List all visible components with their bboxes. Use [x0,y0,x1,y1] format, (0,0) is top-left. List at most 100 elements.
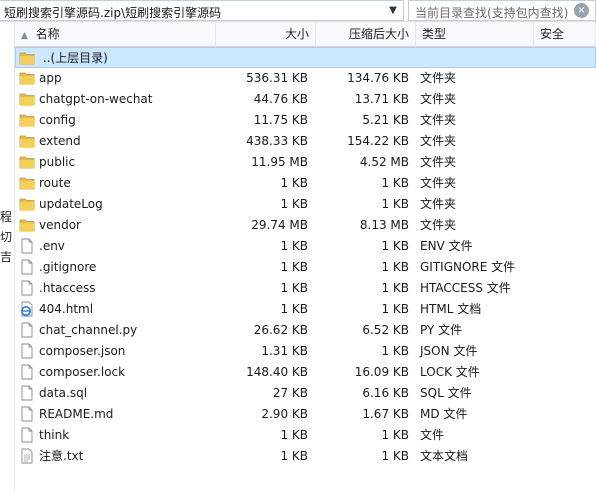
strip-char: 吉 [0,250,13,264]
file-icon [19,280,35,296]
file-type: 文件夹 [420,71,457,85]
column-compressed-header[interactable]: 压缩后大小 [316,22,416,47]
list-item[interactable]: README.md 2.90 KB 1.67 KB MD 文件 [15,404,596,425]
column-name-header[interactable]: ▲ 名称 [15,22,216,47]
folder-icon [19,175,35,191]
sort-up-icon: ▲ [21,31,28,41]
folder-icon [19,217,35,233]
file-compressed-size: 13.71 KB [354,92,409,106]
list-item[interactable]: .env 1 KB 1 KB ENV 文件 [15,236,596,257]
file-size: 11.95 MB [251,155,308,169]
file-compressed-size: 16.09 KB [354,365,409,379]
file-icon [19,385,35,401]
file-name: README.md [39,407,114,421]
file-compressed-size: 154.22 KB [347,134,409,148]
file-size: 1 KB [280,449,308,463]
file-compressed-size: 1 KB [381,197,409,211]
file-compressed-size: 1 KB [381,344,409,358]
file-name: .gitignore [39,260,97,274]
list-item[interactable]: composer.lock 148.40 KB 16.09 KB LOCK 文件 [15,362,596,383]
list-item[interactable]: vendor 29.74 MB 8.13 MB 文件夹 [15,215,596,236]
parent-directory-row[interactable]: ..(上层目录) [15,47,596,68]
clear-icon[interactable]: × [574,3,589,18]
list-item[interactable]: chatgpt-on-wechat 44.76 KB 13.71 KB 文件夹 [15,89,596,110]
file-type: PY 文件 [420,323,463,337]
file-size: 1 KB [280,428,308,442]
file-compressed-size: 5.21 KB [362,113,409,127]
address-bar: 短刷搜索引擎源码.zip\短刷搜索引擎源码 ▼ 当前目录查找(支持包内查找) × [0,0,596,22]
background-window-strip: 程 切 吉 [0,22,15,492]
html-file-icon [19,301,35,317]
text-file-icon [19,448,35,464]
file-name: route [39,176,71,190]
file-name: .env [39,239,65,253]
file-type: SQL 文件 [420,386,472,400]
file-type: HTACCESS 文件 [420,281,511,295]
strip-char: 切 [0,230,13,244]
file-size: 2.90 KB [261,407,308,421]
list-item[interactable]: data.sql 27 KB 6.16 KB SQL 文件 [15,383,596,404]
list-item[interactable]: app 536.31 KB 134.76 KB 文件夹 [15,68,596,89]
file-size: 1 KB [280,176,308,190]
file-name: config [39,113,76,127]
file-type: MD 文件 [420,407,468,421]
file-compressed-size: 1 KB [381,428,409,442]
file-type: JSON 文件 [420,344,478,358]
file-type: 文件夹 [420,155,457,169]
file-compressed-size: 1 KB [381,176,409,190]
file-name: data.sql [39,386,88,400]
file-type: 文件 [420,428,445,442]
folder-icon [19,154,35,170]
path-field[interactable]: 短刷搜索引擎源码.zip\短刷搜索引擎源码 [0,0,404,21]
file-type: 文件夹 [420,197,457,211]
file-size: 26.62 KB [253,323,308,337]
file-icon [19,238,35,254]
file-icon [19,343,35,359]
column-header: ▲ 名称 大小 压缩后大小 类型 安全 [15,22,596,47]
path-dropdown-icon[interactable]: ▼ [382,0,404,21]
file-icon [19,427,35,443]
file-type: 文件夹 [420,92,457,106]
search-placeholder: 当前目录查找(支持包内查找) [415,6,569,20]
file-icon [19,259,35,275]
list-item[interactable]: think 1 KB 1 KB 文件 [15,425,596,446]
file-size: 1.31 KB [261,344,308,358]
file-list: ..(上层目录) app 536.31 KB 134.76 KB 文件夹 chatgpt… [15,47,596,467]
list-item[interactable]: updateLog 1 KB 1 KB 文件夹 [15,194,596,215]
search-input[interactable]: 当前目录查找(支持包内查找) × [408,0,596,21]
file-compressed-size: 1 KB [381,239,409,253]
file-name: extend [39,134,81,148]
file-type: HTML 文档 [420,302,482,316]
list-item[interactable]: extend 438.33 KB 154.22 KB 文件夹 [15,131,596,152]
strip-char: 程 [0,210,13,224]
folder-icon [19,133,35,149]
file-name: think [39,428,70,442]
folder-icon [19,196,35,212]
file-type: 文件夹 [420,218,457,232]
file-compressed-size: 1 KB [381,281,409,295]
file-size: 29.74 MB [251,218,308,232]
list-item[interactable]: chat_channel.py 26.62 KB 6.52 KB PY 文件 [15,320,596,341]
folder-icon [19,112,35,128]
folder-icon [19,91,35,107]
file-size: 44.76 KB [253,92,308,106]
file-compressed-size: 8.13 MB [359,218,409,232]
file-size: 1 KB [280,260,308,274]
list-item[interactable]: composer.json 1.31 KB 1 KB JSON 文件 [15,341,596,362]
file-name: vendor [39,218,81,232]
list-item[interactable]: .htaccess 1 KB 1 KB HTACCESS 文件 [15,278,596,299]
list-item[interactable]: config 11.75 KB 5.21 KB 文件夹 [15,110,596,131]
file-size: 27 KB [272,386,308,400]
column-security-header[interactable]: 安全 [534,22,596,47]
file-size: 11.75 KB [253,113,308,127]
file-name: 注意.txt [39,449,84,463]
column-size-header[interactable]: 大小 [216,22,316,47]
list-item[interactable]: public 11.95 MB 4.52 MB 文件夹 [15,152,596,173]
list-item[interactable]: 404.html 1 KB 1 KB HTML 文档 [15,299,596,320]
list-item[interactable]: .gitignore 1 KB 1 KB GITIGNORE 文件 [15,257,596,278]
file-name: chat_channel.py [39,323,138,337]
list-item[interactable]: 注意.txt 1 KB 1 KB 文本文档 [15,446,596,467]
list-item[interactable]: route 1 KB 1 KB 文件夹 [15,173,596,194]
file-size: 1 KB [280,302,308,316]
column-type-header[interactable]: 类型 [416,22,534,47]
